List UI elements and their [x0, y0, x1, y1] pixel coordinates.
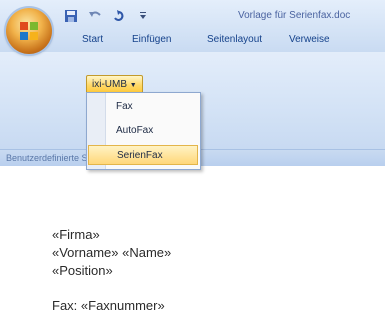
- menu-item-serienfax[interactable]: SerienFax: [88, 145, 198, 165]
- quick-access-toolbar: [62, 6, 152, 26]
- merge-field-fax-number: Fax: «Faxnummer»: [52, 298, 165, 313]
- tab-seitenlayout[interactable]: Seitenlayout: [204, 32, 265, 47]
- merge-field-name: «Vorname» «Name»: [52, 245, 172, 260]
- dropdown-label: ixi-UMB: [92, 79, 127, 90]
- undo-icon[interactable]: [86, 7, 104, 25]
- redo-icon[interactable]: [110, 7, 128, 25]
- merge-field-position: «Position»: [52, 263, 113, 278]
- merge-field-company: «Firma»: [52, 227, 100, 242]
- office-logo-icon: [20, 22, 38, 40]
- dropdown-menu: Fax AutoFax SerienFax: [86, 92, 201, 170]
- menu-item-autofax[interactable]: AutoFax: [106, 121, 198, 141]
- tab-einfuegen[interactable]: Einfügen: [129, 32, 174, 47]
- tab-start[interactable]: Start: [79, 32, 106, 47]
- save-icon[interactable]: [62, 7, 80, 25]
- customize-icon[interactable]: [134, 7, 152, 25]
- office-button[interactable]: [6, 8, 52, 54]
- chevron-down-icon: ▼: [129, 82, 137, 89]
- document-title: Vorlage für Serienfax.doc: [238, 10, 351, 21]
- menu-item-fax[interactable]: Fax: [106, 97, 198, 117]
- tab-verweise[interactable]: Verweise: [286, 32, 333, 47]
